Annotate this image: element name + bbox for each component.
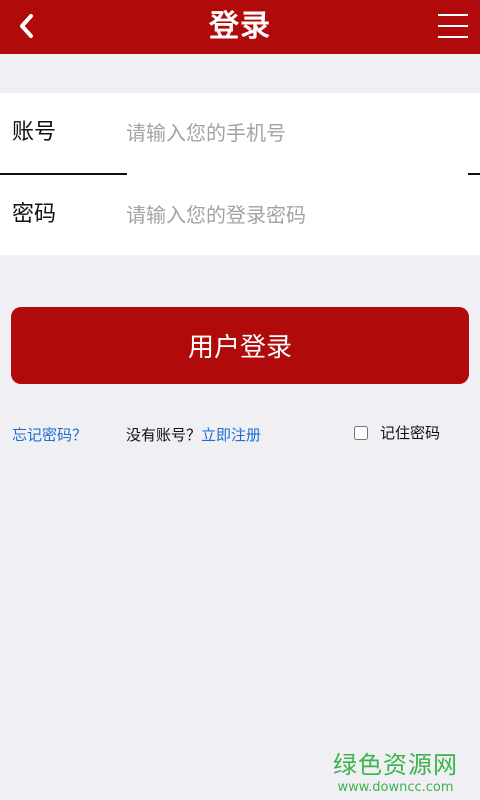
watermark-logo: 绿色资源网 www.downcc.com: [333, 745, 458, 795]
menu-icon: [438, 14, 468, 16]
password-label: 密码: [12, 202, 57, 227]
account-row: 账号: [0, 93, 480, 173]
no-account-label: 没有账号？: [126, 426, 202, 444]
login-button[interactable]: 用户登录: [11, 307, 469, 384]
password-row: 密码: [0, 175, 480, 255]
login-form: 账号 密码: [0, 93, 480, 255]
password-input[interactable]: [126, 193, 456, 237]
page-title: 登录: [209, 9, 271, 44]
remember-password[interactable]: 记住密码: [354, 422, 440, 443]
forgot-password-link[interactable]: 忘记密码？: [12, 424, 87, 445]
register-link[interactable]: 立即注册: [201, 426, 261, 444]
remember-password-label: 记住密码: [380, 424, 441, 442]
account-input[interactable]: [126, 111, 456, 155]
watermark-name: 绿色资源网: [333, 751, 458, 779]
top-navbar: 登录: [0, 0, 480, 54]
menu-button[interactable]: [438, 12, 468, 40]
remember-password-checkbox[interactable]: [354, 425, 368, 440]
no-account-text: 没有账号？立即注册: [126, 424, 261, 445]
account-label: 账号: [12, 120, 57, 145]
login-links: 忘记密码？ 没有账号？立即注册 记住密码: [0, 420, 480, 448]
watermark-url: www.downcc.com: [337, 780, 454, 795]
